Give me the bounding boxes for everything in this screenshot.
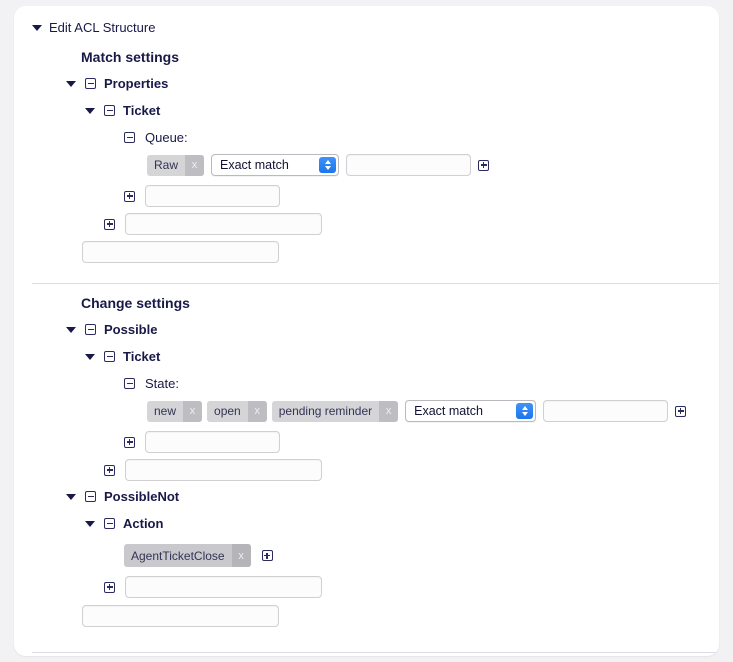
selected-tag[interactable]: open x [207, 401, 267, 422]
attribute-row-state[interactable]: State: [124, 377, 179, 390]
match-type-select[interactable]: Exact match [405, 400, 536, 422]
state-value-row: new x open x pending reminder x Exact ma… [147, 400, 686, 422]
tree-node-properties[interactable]: Properties [66, 77, 168, 90]
add-root-row [82, 605, 279, 627]
add-level-row [104, 213, 322, 235]
tree-node-label: Action [123, 517, 163, 530]
chevron-updown-icon[interactable] [516, 403, 533, 419]
selected-tag[interactable]: pending reminder x [272, 401, 398, 422]
tag-remove-icon[interactable]: x [185, 155, 204, 176]
minus-box-icon[interactable] [124, 378, 135, 389]
new-level-input[interactable] [125, 213, 322, 235]
minus-box-icon[interactable] [104, 351, 115, 362]
plus-box-icon[interactable] [675, 406, 686, 417]
page-root: Edit ACL Structure Match settings Proper… [0, 0, 733, 662]
tag-remove-icon[interactable]: x [183, 401, 202, 422]
tag-label: new [147, 401, 183, 422]
tag-remove-icon[interactable]: x [379, 401, 398, 422]
action-value-row: AgentTicketClose x [124, 544, 273, 567]
new-attribute-input[interactable] [145, 431, 280, 453]
tree-node-label: Properties [104, 77, 168, 90]
plus-box-icon[interactable] [124, 191, 135, 202]
plus-box-icon[interactable] [124, 437, 135, 448]
triangle-down-icon[interactable] [85, 108, 95, 114]
add-attribute-row [124, 185, 280, 207]
add-level-row [104, 459, 322, 481]
tree-node-possiblenot[interactable]: PossibleNot [66, 490, 179, 503]
match-value-input[interactable] [346, 154, 471, 176]
bottom-divider [32, 652, 719, 653]
section-divider [32, 283, 719, 284]
selected-tag[interactable]: new x [147, 401, 202, 422]
add-root-row [82, 241, 279, 263]
triangle-down-icon[interactable] [85, 521, 95, 527]
section-heading-match: Match settings [81, 49, 179, 65]
match-type-value: Exact match [414, 404, 483, 418]
tag-label: pending reminder [272, 401, 379, 422]
triangle-down-icon[interactable] [85, 354, 95, 360]
tree-node-possible[interactable]: Possible [66, 323, 157, 336]
minus-box-icon[interactable] [124, 132, 135, 143]
section-heading-change: Change settings [81, 295, 190, 311]
chevron-updown-icon[interactable] [319, 157, 336, 173]
page-title: Edit ACL Structure [49, 21, 155, 34]
tree-node-ticket-match[interactable]: Ticket [85, 104, 160, 117]
queue-value-row: Raw x Exact match [147, 154, 489, 176]
tree-node-label: Ticket [123, 350, 160, 363]
add-level-row [104, 576, 322, 598]
minus-box-icon[interactable] [85, 324, 96, 335]
tree-node-label: Ticket [123, 104, 160, 117]
new-level-input[interactable] [125, 576, 322, 598]
minus-box-icon[interactable] [85, 491, 96, 502]
plus-box-icon[interactable] [104, 219, 115, 230]
card-title-row[interactable]: Edit ACL Structure [32, 21, 155, 34]
match-type-value: Exact match [220, 158, 289, 172]
selected-tag[interactable]: AgentTicketClose x [124, 544, 251, 567]
minus-box-icon[interactable] [104, 518, 115, 529]
minus-box-icon[interactable] [104, 105, 115, 116]
tree-node-ticket-change[interactable]: Ticket [85, 350, 160, 363]
tree-node-label: Possible [104, 323, 157, 336]
match-value-input[interactable] [543, 400, 668, 422]
tag-label: open [207, 401, 248, 422]
plus-box-icon[interactable] [104, 582, 115, 593]
attribute-label: Queue: [145, 131, 188, 144]
triangle-down-icon[interactable] [66, 327, 76, 333]
new-root-input[interactable] [82, 605, 279, 627]
triangle-down-icon[interactable] [66, 494, 76, 500]
plus-box-icon[interactable] [104, 465, 115, 476]
triangle-down-icon[interactable] [66, 81, 76, 87]
tree-node-label: PossibleNot [104, 490, 179, 503]
tag-label: Raw [147, 155, 185, 176]
tree-node-action[interactable]: Action [85, 517, 163, 530]
add-attribute-row [124, 431, 280, 453]
selected-tag[interactable]: Raw x [147, 155, 204, 176]
new-attribute-input[interactable] [145, 185, 280, 207]
attribute-label: State: [145, 377, 179, 390]
tag-remove-icon[interactable]: x [248, 401, 267, 422]
attribute-row-queue[interactable]: Queue: [124, 131, 188, 144]
match-type-select[interactable]: Exact match [211, 154, 339, 176]
new-root-input[interactable] [82, 241, 279, 263]
new-level-input[interactable] [125, 459, 322, 481]
tag-remove-icon[interactable]: x [232, 544, 251, 567]
triangle-down-icon[interactable] [32, 25, 42, 31]
minus-box-icon[interactable] [85, 78, 96, 89]
plus-box-icon[interactable] [262, 550, 273, 561]
plus-box-icon[interactable] [478, 160, 489, 171]
acl-structure-card: Edit ACL Structure Match settings Proper… [14, 6, 719, 656]
tag-label: AgentTicketClose [124, 544, 232, 567]
